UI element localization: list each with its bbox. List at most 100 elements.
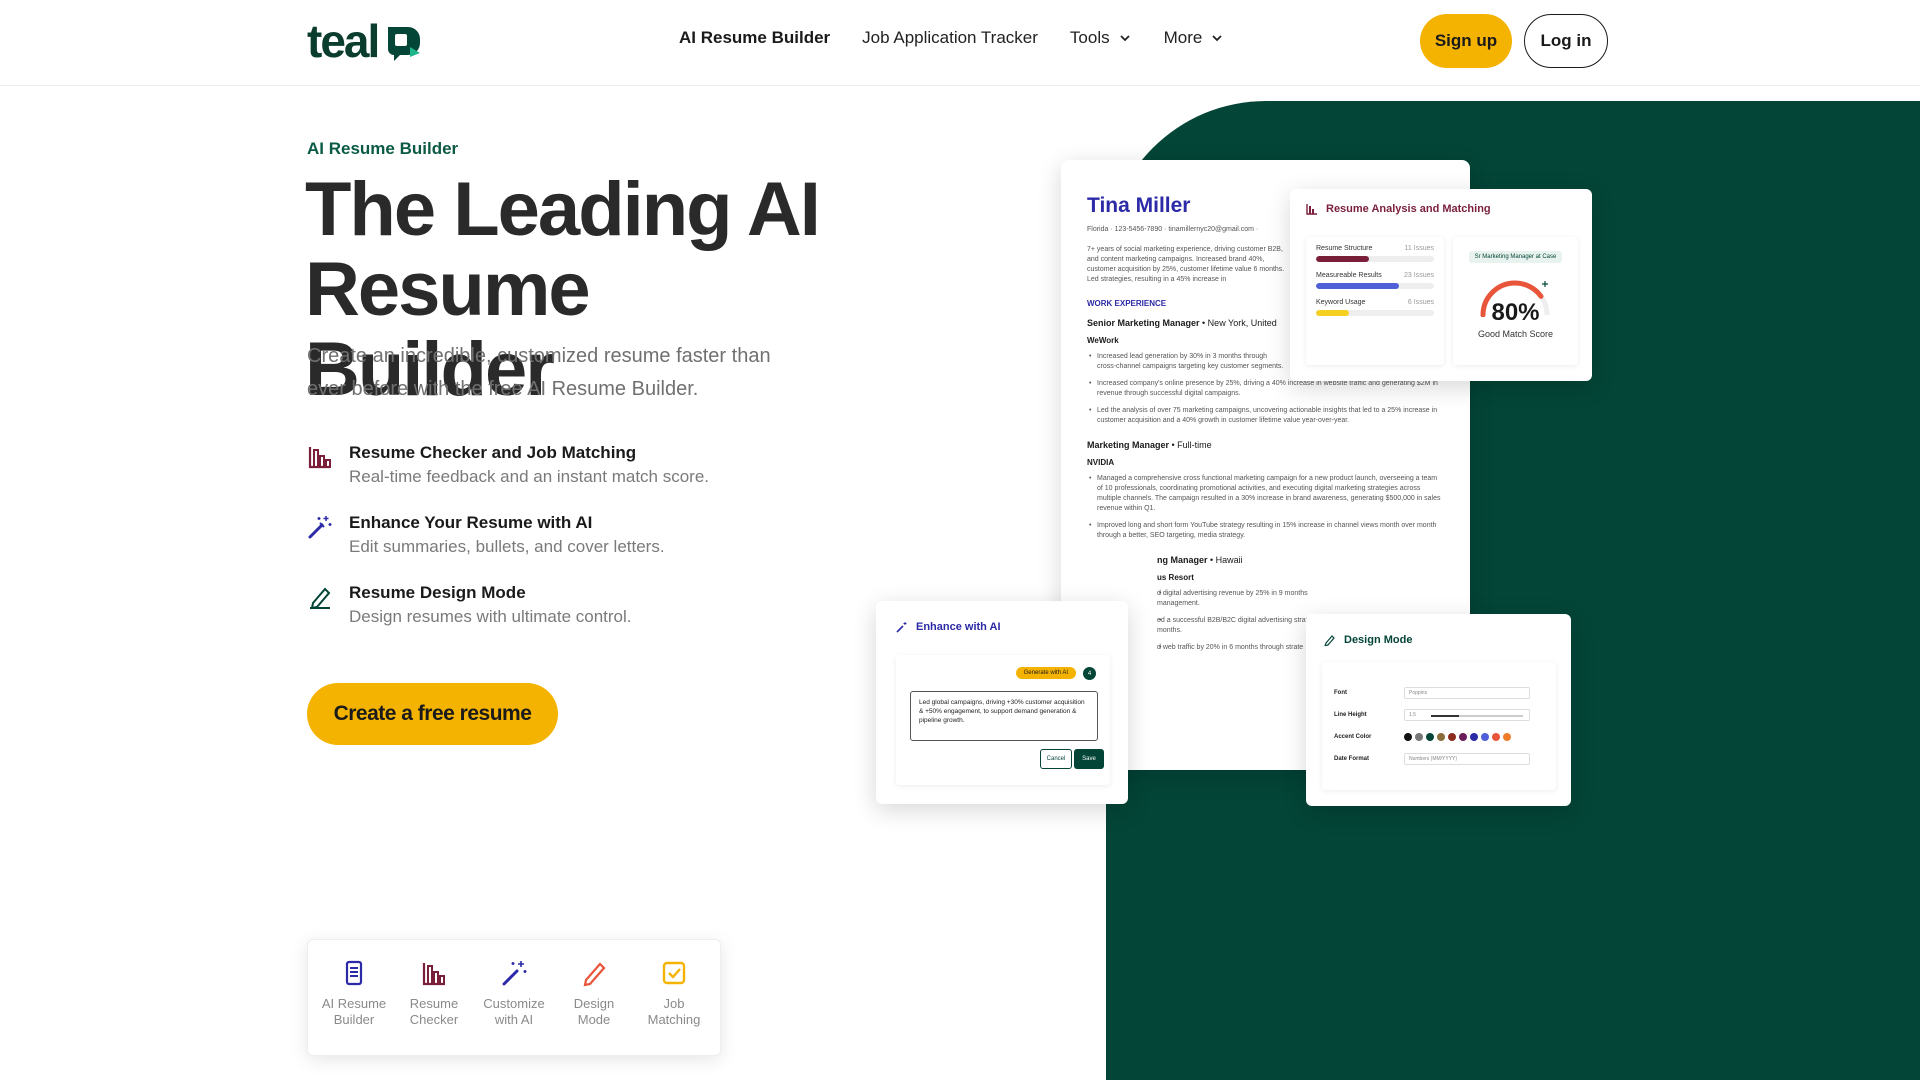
enhance-title-text: Enhance with AI xyxy=(916,621,1001,633)
feature-tab-bar: AI Resume Builder Resume Checker Customize… xyxy=(307,939,721,1056)
tab-design-mode[interactable]: Design Mode xyxy=(554,958,634,1055)
feature-desc: Design resumes with ultimate control. xyxy=(349,607,632,626)
design-row-font: Font Poppins xyxy=(1334,682,1544,704)
resume-company: us Resort xyxy=(1157,573,1194,582)
magic-wand-icon xyxy=(502,961,527,986)
nav-label: AI Resume Builder xyxy=(679,28,831,47)
signup-button[interactable]: Sign up xyxy=(1420,14,1512,68)
job-pill: Sr Marketing Manager at Case xyxy=(1468,251,1563,263)
design-mode-card: Design Mode Font Poppins Line Height 1.5… xyxy=(1306,614,1571,806)
pencil-icon xyxy=(1324,635,1335,646)
color-swatch[interactable] xyxy=(1404,733,1412,741)
color-swatch[interactable] xyxy=(1437,733,1445,741)
nav-job-application-tracker[interactable]: Job Application Tracker xyxy=(862,28,1038,48)
color-swatch[interactable] xyxy=(1470,733,1478,741)
date-format-label: Date Format xyxy=(1334,756,1370,762)
match-score: 80% xyxy=(1491,299,1540,326)
design-settings-panel: Font Poppins Line Height 1.5 Accent Colo… xyxy=(1322,662,1556,790)
resume-bullet: Improved long and short form YouTube str… xyxy=(1087,521,1444,541)
feature-title: Resume Design Mode xyxy=(349,583,526,602)
tab-job-matching[interactable]: Job Matching xyxy=(634,958,714,1055)
font-label: Font xyxy=(1334,690,1347,696)
match-score-panel: Sr Marketing Manager at Case 80% Good Ma… xyxy=(1453,237,1578,365)
document-icon xyxy=(345,960,363,986)
teal-logo[interactable]: teal xyxy=(307,15,426,67)
generate-with-ai-button[interactable]: Generate with AI xyxy=(1015,667,1076,679)
analysis-title: Resume Analysis and Matching xyxy=(1306,203,1576,215)
color-swatch[interactable] xyxy=(1481,733,1489,741)
line-height-label: Line Height xyxy=(1334,712,1367,718)
font-select[interactable]: Poppins xyxy=(1404,687,1530,699)
accent-color-swatches[interactable] xyxy=(1404,733,1511,741)
tab-label: AI Resume Builder xyxy=(321,996,387,1027)
analysis-bar-fill xyxy=(1316,310,1350,316)
logo-mark-icon xyxy=(388,27,421,61)
analysis-bar-fill xyxy=(1316,283,1399,289)
feature-title: Enhance Your Resume with AI xyxy=(349,513,593,532)
design-row-line-height: Line Height 1.5 xyxy=(1334,704,1544,726)
chevron-down-icon xyxy=(1119,35,1130,42)
feature-desc: Real-time feedback and an instant match … xyxy=(349,467,710,486)
feature-item: Resume Checker and Job Matching Real-tim… xyxy=(307,442,827,490)
feature-item: Resume Design Mode Design resumes with u… xyxy=(307,582,827,630)
main-nav: AI Resume Builder Job Application Tracke… xyxy=(679,28,1224,48)
color-swatch[interactable] xyxy=(1426,733,1434,741)
tab-resume-checker[interactable]: Resume Checker xyxy=(394,958,474,1055)
feature-list: Resume Checker and Job Matching Real-tim… xyxy=(307,442,827,652)
nav-label: More xyxy=(1163,28,1203,47)
resume-bullet: Led the analysis of over 75 marketing ca… xyxy=(1087,406,1444,426)
match-score-label: Good Match Score xyxy=(1477,329,1554,339)
enhance-panel: Generate with AI 4 Led global campaigns,… xyxy=(896,655,1110,785)
resume-bullet: Managed a comprehensive cross functional… xyxy=(1087,474,1444,514)
site-header: teal AI Resume Builder Job Application T… xyxy=(0,0,1920,86)
design-title: Design Mode xyxy=(1324,634,1553,646)
magic-wand-icon xyxy=(896,622,907,633)
feature-title: Resume Checker and Job Matching xyxy=(349,443,637,462)
color-swatch[interactable] xyxy=(1492,733,1500,741)
resume-analysis-card: Resume Analysis and Matching Resume Stru… xyxy=(1290,189,1592,381)
logo-text: teal xyxy=(307,15,380,67)
bar-chart-icon xyxy=(308,447,331,469)
resume-job-title: Marketing Manager • Full-time xyxy=(1087,440,1212,450)
chevron-down-icon xyxy=(1212,35,1222,42)
resume-bullet: Increased lead generation by 30% in 3 mo… xyxy=(1087,352,1287,372)
tab-customize-with-ai[interactable]: Customize with AI xyxy=(474,958,554,1055)
nav-ai-resume-builder[interactable]: AI Resume Builder xyxy=(679,28,830,48)
tab-ai-resume-builder[interactable]: AI Resume Builder xyxy=(314,958,394,1055)
analysis-row: Measureable Results 23 Issues xyxy=(1316,272,1434,289)
tab-label: Resume Checker xyxy=(409,996,459,1027)
color-swatch[interactable] xyxy=(1503,733,1511,741)
magic-wand-icon xyxy=(308,516,332,539)
tab-label: Job Matching xyxy=(647,996,701,1027)
color-swatch[interactable] xyxy=(1459,733,1467,741)
color-swatch[interactable] xyxy=(1415,733,1423,741)
accent-color-label: Accent Color xyxy=(1334,734,1372,740)
feature-item: Enhance Your Resume with AI Edit summari… xyxy=(307,512,827,560)
color-swatch[interactable] xyxy=(1448,733,1456,741)
design-title-text: Design Mode xyxy=(1344,634,1413,646)
date-format-select[interactable]: Numbers (MM/YYYY) xyxy=(1404,753,1530,765)
enhanced-text-field[interactable]: Led global campaigns, driving +30% custo… xyxy=(910,691,1098,741)
bar-chart-icon xyxy=(1306,204,1317,215)
analysis-bar-fill xyxy=(1316,256,1370,262)
create-free-resume-button[interactable]: Create a free resume xyxy=(307,683,558,745)
line-height-slider[interactable]: 1.5 xyxy=(1404,709,1530,721)
analysis-row: Resume Structure 11 Issues xyxy=(1316,245,1434,262)
login-button[interactable]: Log in xyxy=(1524,14,1608,68)
enhance-with-ai-card: Enhance with AI Generate with AI 4 Led g… xyxy=(876,601,1128,804)
resume-bullet: Increased company's online presence by 2… xyxy=(1087,379,1444,399)
resume-summary: 7+ years of social marketing experience,… xyxy=(1087,246,1285,283)
analysis-issues-panel: Resume Structure 11 Issues Measureable Re… xyxy=(1306,237,1444,365)
enhance-title: Enhance with AI xyxy=(896,621,1108,633)
analysis-title-text: Resume Analysis and Matching xyxy=(1326,203,1491,215)
pencil-icon xyxy=(310,587,331,610)
cancel-button[interactable]: Cancel xyxy=(1040,749,1072,769)
nav-more[interactable]: More xyxy=(1164,28,1225,48)
resume-company: NVIDIA xyxy=(1087,458,1115,467)
resume-job-title: ng Manager • Hawaii xyxy=(1157,555,1243,565)
bar-chart-icon xyxy=(422,963,445,986)
nav-tools[interactable]: Tools xyxy=(1070,28,1132,48)
hero-subtitle: Create an incredible, customized resume … xyxy=(307,345,771,400)
save-button[interactable]: Save xyxy=(1074,749,1104,769)
tab-label: Design Mode xyxy=(573,996,615,1027)
